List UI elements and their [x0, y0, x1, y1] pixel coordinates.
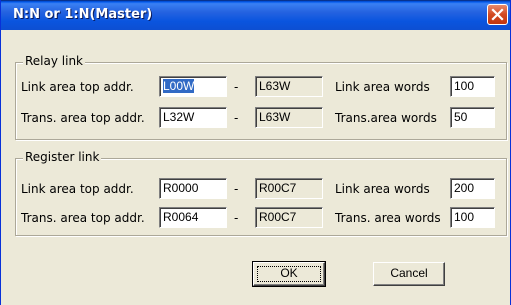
cancel-button[interactable]: Cancel [373, 262, 445, 286]
relay-link-area-top-label: Link area top addr. [21, 80, 134, 94]
relay-link-area-end-field: L63W [255, 76, 323, 97]
relay-link-area-top-input[interactable]: L00W [159, 76, 227, 97]
relay-trans-area-top-input[interactable]: L32W [159, 107, 227, 128]
cancel-button-label: Cancel [390, 266, 428, 280]
relay-trans-area-dash: - [234, 111, 239, 125]
close-icon [491, 8, 504, 21]
register-link-legend: Register link [23, 150, 102, 164]
relay-trans-area-top-label: Trans. area top addr. [21, 111, 145, 125]
relay-link-area-dash: - [234, 80, 239, 94]
register-link-area-words-label: Link area words [335, 182, 430, 196]
register-link-area-top-label: Link area top addr. [21, 182, 134, 196]
register-trans-area-top-label: Trans. area top addr. [21, 211, 145, 225]
close-button[interactable] [487, 4, 508, 25]
register-link-area-dash: - [234, 182, 239, 196]
register-trans-area-top-input[interactable]: R0064 [159, 207, 227, 228]
relay-link-area-words-label: Link area words [335, 80, 430, 94]
register-link-area-words-input[interactable]: 200 [450, 178, 495, 199]
relay-link-legend: Relay link [23, 54, 86, 68]
relay-link-area-words-input[interactable]: 100 [450, 76, 495, 97]
dialog-window: N:N or 1:N(Master) Relay link Link area … [0, 0, 511, 305]
relay-trans-area-end-field: L63W [255, 107, 323, 128]
register-trans-area-dash: - [234, 211, 239, 225]
register-trans-area-words-input[interactable]: 100 [450, 207, 495, 228]
register-link-area-top-input[interactable]: R0000 [159, 178, 227, 199]
relay-trans-area-words-input[interactable]: 50 [450, 107, 495, 128]
title-bar[interactable]: N:N or 1:N(Master) [1, 0, 510, 30]
register-trans-area-end-field: R00C7 [255, 207, 323, 228]
register-link-area-end-field: R00C7 [255, 178, 323, 199]
window-title: N:N or 1:N(Master) [13, 7, 153, 22]
relay-link-group: Relay link [15, 54, 507, 140]
ok-button[interactable]: OK [252, 261, 326, 287]
relay-trans-area-words-label: Trans.area words [335, 111, 437, 125]
register-trans-area-words-label: Trans. area words [335, 211, 441, 225]
